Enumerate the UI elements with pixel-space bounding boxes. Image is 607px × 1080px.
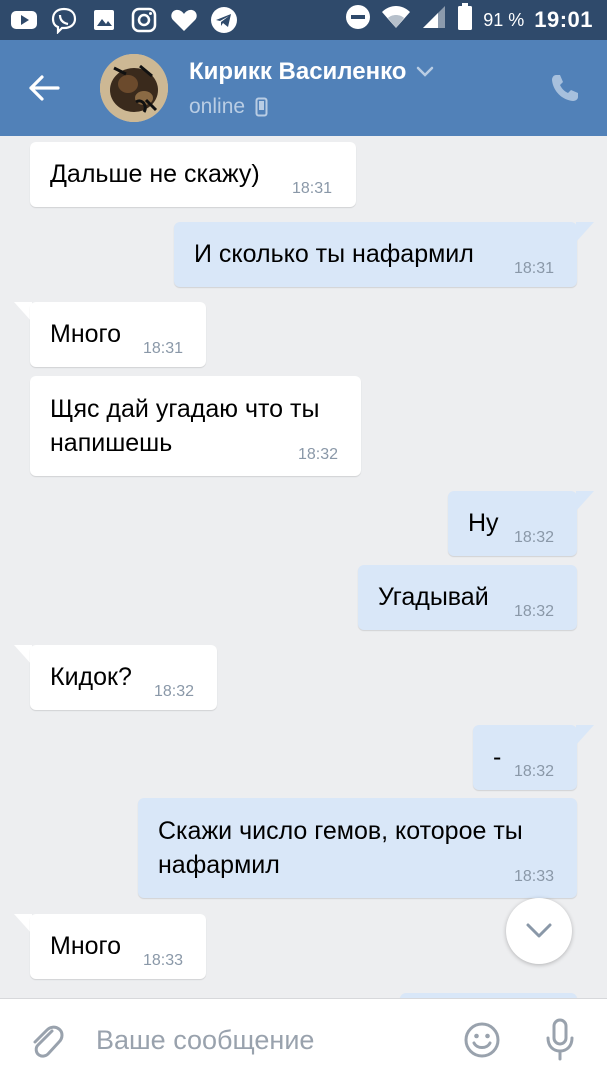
message-time: 18:32 [514, 603, 555, 620]
message-time: 18:32 [298, 446, 339, 463]
bubble-tail [14, 645, 32, 665]
message-outgoing[interactable]: Угадывай 18:32 [358, 565, 577, 630]
battery-percent: 91 % [483, 9, 525, 30]
message-outgoing[interactable]: - 18:32 [473, 725, 577, 790]
status-text: online [189, 95, 246, 118]
message-text-line: Скажи число гемов, которое ты [158, 817, 523, 845]
wifi-icon [381, 4, 411, 36]
message-time: 18:32 [514, 763, 555, 780]
chevron-down-icon [526, 923, 552, 938]
message-incoming[interactable]: Кидок? 18:32 [30, 645, 217, 710]
battery-icon [457, 3, 473, 37]
message-time: 18:31 [292, 180, 333, 197]
message-time: 18:32 [154, 683, 195, 700]
message-time: 18:31 [143, 340, 184, 357]
message-time: 18:33 [514, 868, 555, 885]
back-button[interactable] [22, 66, 66, 110]
bubble-tail [576, 725, 594, 745]
bubble-tail [576, 491, 594, 511]
bubble-tail [14, 302, 32, 322]
message-incoming[interactable]: Много 18:31 [30, 302, 206, 367]
call-button[interactable] [545, 68, 585, 108]
smile-icon [464, 1022, 500, 1058]
message-text-line: нафармил [158, 851, 280, 879]
message-list[interactable]: Дальше не скажу) 18:31 И сколько ты нафа… [0, 136, 607, 998]
paperclip-icon [33, 1025, 64, 1058]
bubble-tail [576, 222, 594, 242]
contact-name[interactable]: Кирикк Василенко [189, 58, 434, 86]
scroll-down-button[interactable] [506, 898, 572, 964]
viber-icon [50, 6, 78, 34]
gallery-icon [90, 6, 118, 34]
chat-header: Кирикк Василенко online [0, 40, 607, 136]
mobile-icon [255, 97, 268, 117]
youtube-icon [10, 6, 38, 34]
chevron-down-icon [417, 66, 434, 77]
contact-status: online [189, 95, 268, 119]
status-bar: 91 % 19:01 [0, 0, 607, 40]
message-time: 18:31 [514, 260, 555, 277]
message-input[interactable] [96, 1017, 436, 1063]
heart-icon [170, 6, 198, 34]
message-time: 18:33 [143, 952, 184, 969]
emoji-button[interactable] [462, 1020, 502, 1060]
contact-name-label: Кирикк Василенко [189, 58, 407, 85]
instagram-icon [130, 6, 158, 34]
signal-icon [421, 4, 447, 36]
message-incoming[interactable]: Щяс дай угадаю что ты напишешь 18:32 [30, 376, 361, 476]
bubble-tail [14, 914, 32, 934]
message-time: 18:32 [514, 529, 555, 546]
message-text-line: Щяс дай угадаю что ты [50, 395, 320, 423]
message-outgoing[interactable]: И сколько ты нафармил 18:31 [174, 222, 577, 287]
avatar[interactable] [100, 54, 168, 122]
do-not-disturb-icon [345, 4, 371, 36]
message-outgoing[interactable]: Скажи число гемов, которое ты нафармил 1… [138, 798, 577, 898]
message-text: И сколько ты нафармил [194, 240, 474, 268]
message-incoming[interactable]: Много 18:33 [30, 914, 206, 979]
arrow-left-icon [29, 75, 60, 101]
message-outgoing[interactable]: Ну 18:32 [448, 491, 577, 556]
voice-message-button[interactable] [540, 1017, 580, 1063]
message-composer [0, 998, 607, 1080]
message-incoming[interactable]: Дальше не скажу) 18:31 [30, 142, 356, 207]
attach-button[interactable] [26, 1021, 66, 1061]
microphone-icon [546, 1018, 574, 1061]
phone-icon [552, 75, 578, 101]
clock: 19:01 [534, 7, 593, 32]
telegram-icon [210, 6, 238, 34]
